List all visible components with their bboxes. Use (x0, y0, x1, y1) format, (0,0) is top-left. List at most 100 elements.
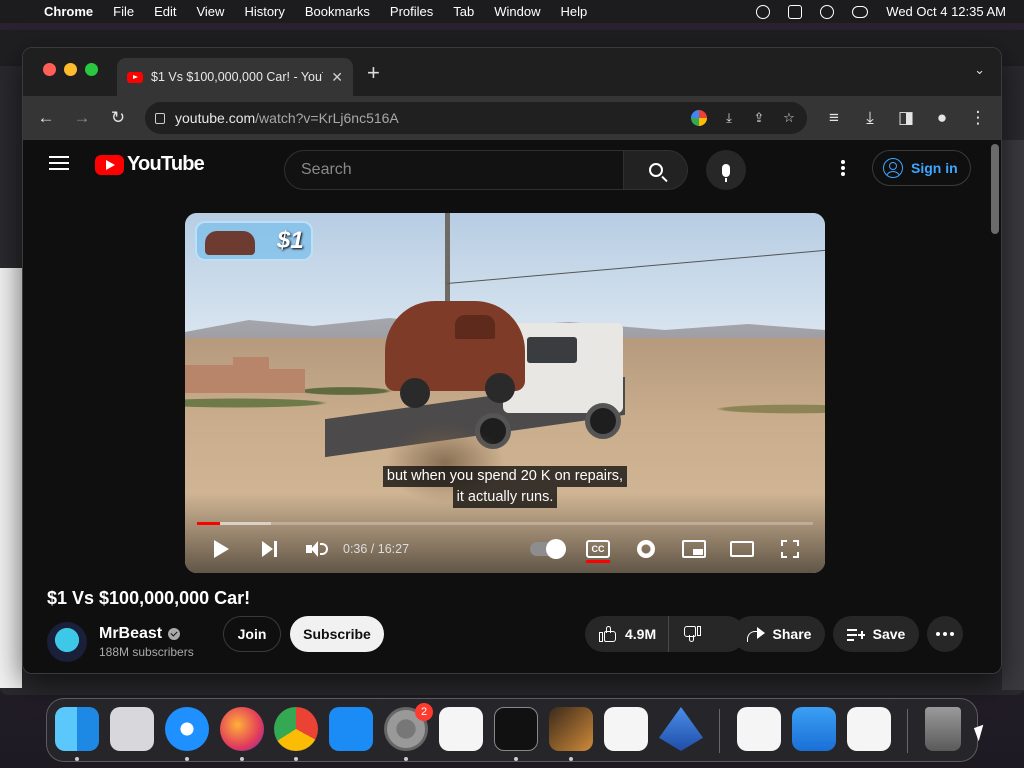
share-page-icon[interactable]: ⇪ (751, 110, 767, 126)
miniplayer-button[interactable] (679, 535, 709, 563)
menu-bookmarks[interactable]: Bookmarks (295, 4, 380, 19)
closed-captions-icon: CC (586, 540, 610, 563)
like-button[interactable]: 4.9M (585, 616, 670, 652)
reload-button[interactable]: ↻ (103, 103, 133, 133)
menu-file[interactable]: File (103, 4, 144, 19)
thumbs-down-icon (683, 626, 702, 642)
dock-firefox-icon[interactable] (220, 707, 264, 751)
page-scrollbar[interactable] (991, 144, 999, 234)
subscribe-button[interactable]: Subscribe (290, 616, 384, 652)
dock-weather-icon[interactable] (792, 707, 836, 751)
menu-profiles[interactable]: Profiles (380, 4, 443, 19)
address-bar[interactable]: youtube.com/watch?v=KrLj6nc516A ⤓ ⇪ ☆ (145, 102, 807, 134)
youtube-watch-page: YouTube Sign in (23, 140, 1001, 673)
more-actions-button[interactable] (927, 616, 963, 652)
menu-app-name[interactable]: Chrome (38, 4, 103, 19)
menu-history[interactable]: History (234, 4, 294, 19)
downloads-icon[interactable]: ⤓ (855, 103, 885, 133)
dock-freeform-icon[interactable] (847, 707, 891, 751)
install-app-icon[interactable]: ⤓ (721, 110, 737, 126)
google-lens-icon[interactable] (691, 110, 707, 126)
theater-mode-button[interactable] (727, 535, 757, 563)
channel-name[interactable]: MrBeast (99, 625, 162, 643)
voice-search-button[interactable] (706, 150, 746, 190)
fullscreen-button[interactable] (775, 535, 805, 563)
settings-button[interactable] (631, 535, 661, 563)
dock-trash-icon[interactable] (925, 707, 961, 751)
control-center-icon[interactable] (852, 5, 869, 18)
dock-safari-icon[interactable] (165, 707, 209, 751)
menu-tab[interactable]: Tab (443, 4, 484, 19)
verified-badge-icon (168, 628, 181, 640)
new-tab-button[interactable]: + (367, 60, 380, 86)
menubar: Chrome File Edit View History Bookmarks … (0, 0, 1024, 23)
channel-owner: MrBeast 188M subscribers (47, 622, 194, 662)
minimize-window-button[interactable] (64, 63, 77, 76)
back-button[interactable]: ← (31, 103, 61, 133)
zoom-window-button[interactable] (85, 63, 98, 76)
fullscreen-icon (781, 540, 799, 558)
guide-menu-icon[interactable] (49, 156, 69, 170)
chrome-window: $1 Vs $100,000,000 Car! - YouTube ✕ + ⌄ … (22, 47, 1002, 674)
subscriber-count: 188M subscribers (99, 645, 194, 659)
save-playlist-icon (846, 627, 865, 641)
tab-strip: $1 Vs $100,000,000 Car! - YouTube ✕ + ⌄ (23, 48, 1001, 96)
search-input[interactable] (284, 150, 624, 190)
time-display: 0:36 / 16:27 (343, 542, 410, 556)
side-panel-icon[interactable]: ◨ (891, 103, 921, 133)
dock-garageband-icon[interactable] (549, 707, 593, 751)
menu-edit[interactable]: Edit (144, 4, 186, 19)
save-button[interactable]: Save (833, 616, 919, 652)
settings-kebab-icon[interactable] (833, 158, 853, 178)
chrome-menu-icon[interactable]: ⋮ (963, 103, 993, 133)
next-button[interactable] (255, 535, 283, 563)
menu-window[interactable]: Window (484, 4, 550, 19)
screen-mirroring-icon[interactable] (788, 4, 803, 19)
progress-played (197, 522, 220, 525)
share-button[interactable]: Share (733, 616, 825, 652)
tab-title: $1 Vs $100,000,000 Car! - YouTube (151, 70, 323, 84)
address-url[interactable]: youtube.com/watch?v=KrLj6nc516A (175, 110, 399, 126)
tab-youtube-video[interactable]: $1 Vs $100,000,000 Car! - YouTube ✕ (117, 58, 353, 96)
mute-button[interactable] (303, 535, 331, 563)
search-button[interactable] (624, 150, 688, 190)
subtitles-button[interactable]: CC (583, 535, 613, 563)
dock-chrome-icon[interactable] (274, 707, 318, 751)
system-settings-badge: 2 (415, 703, 433, 721)
player-controls: 0:36 / 16:27 CC (185, 535, 825, 563)
sign-in-button[interactable]: Sign in (872, 150, 971, 186)
next-icon (261, 541, 277, 557)
dock-finder-icon[interactable] (55, 707, 99, 751)
site-info-lock-icon[interactable] (155, 112, 165, 124)
close-window-button[interactable] (43, 63, 56, 76)
profile-icon[interactable]: ● (927, 103, 957, 133)
dislike-button[interactable] (669, 616, 715, 652)
play-button[interactable] (207, 535, 235, 563)
dock-app-store-icon[interactable] (329, 707, 373, 751)
menu-help[interactable]: Help (551, 4, 598, 19)
dock-launchpad-icon[interactable] (110, 707, 154, 751)
dock-textedit-icon[interactable] (439, 707, 483, 751)
media-controls-icon[interactable]: ≡ (819, 103, 849, 133)
join-button[interactable]: Join (223, 616, 281, 652)
dock-affinity-icon[interactable] (659, 707, 703, 751)
bookmark-star-icon[interactable]: ☆ (781, 110, 797, 126)
media-play-icon[interactable] (756, 4, 771, 19)
dock-terminal-icon[interactable] (494, 707, 538, 751)
forward-button[interactable]: → (67, 103, 97, 133)
youtube-logo[interactable]: YouTube (95, 153, 205, 176)
dock-vscode-icon[interactable] (604, 707, 648, 751)
autoplay-toggle[interactable] (529, 535, 566, 563)
menu-view[interactable]: View (186, 4, 234, 19)
dock-visual-studio-icon[interactable] (737, 707, 781, 751)
menubar-clock[interactable]: Wed Oct 4 12:35 AM (886, 4, 1006, 19)
like-dislike-group: 4.9M (585, 616, 745, 652)
tab-search-chevron-icon[interactable]: ⌄ (974, 62, 985, 78)
tab-close-icon[interactable]: ✕ (331, 69, 343, 86)
channel-avatar[interactable] (47, 622, 87, 662)
play-icon (213, 540, 229, 558)
channel-name-row[interactable]: MrBeast (99, 625, 194, 643)
spotlight-search-icon[interactable] (820, 4, 835, 19)
progress-bar[interactable] (197, 522, 813, 525)
video-player[interactable]: $1 but when you spend 20 K on repairs, i… (185, 213, 825, 573)
